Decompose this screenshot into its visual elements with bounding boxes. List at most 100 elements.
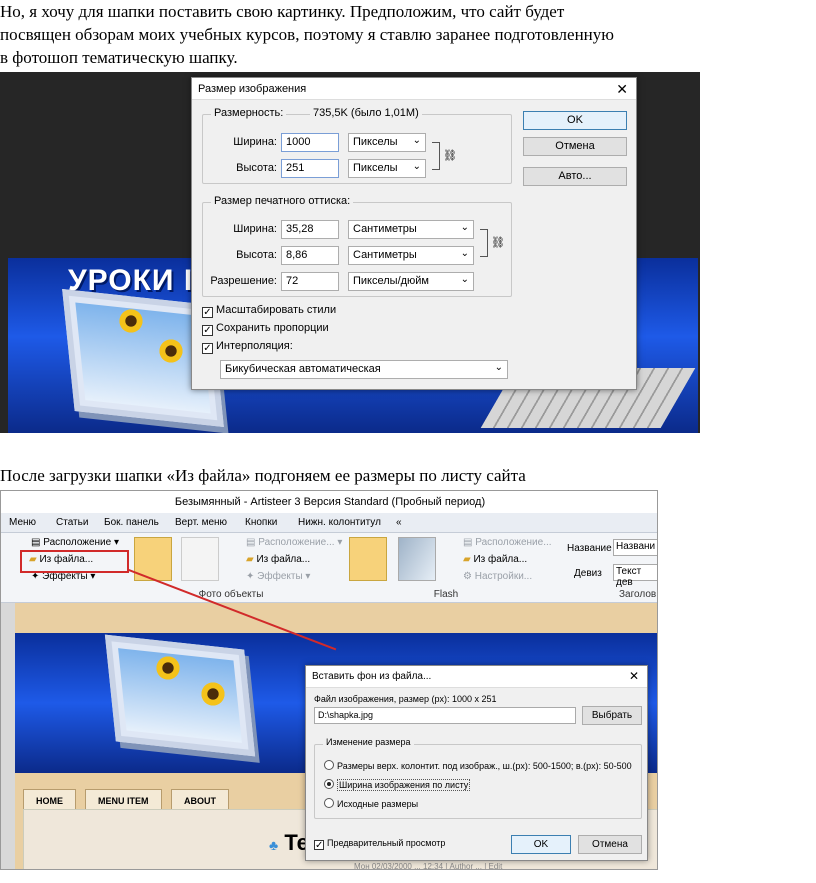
from-file-highlight [20, 550, 129, 573]
layout-button-3[interactable]: ▤ Расположение... [463, 537, 552, 548]
preview-checkbox[interactable]: ✓ Предварительный просмотр [314, 838, 445, 851]
chevron-down-icon: ⌄ [460, 222, 469, 233]
sunflower-image [200, 681, 226, 707]
sunflower-image [118, 308, 144, 334]
pixel-width-input[interactable]: 1000 [281, 133, 339, 152]
name-input[interactable]: Названи [613, 539, 657, 556]
site-logo-text: ♣ Те [269, 830, 309, 855]
nav-tab-menu-item[interactable]: MENU ITEM [85, 789, 162, 811]
logo-icon: ♣ [269, 837, 279, 853]
nav-tab-home[interactable]: HOME [23, 789, 76, 811]
file-label: Файл изображения, размер (px): 1000 x 25… [314, 694, 497, 704]
print-height-input[interactable]: 8,86 [281, 246, 339, 265]
artisteer-screenshot: Безымянный - Artisteer 3 Версия Standard… [0, 490, 658, 870]
resolution-label: Разрешение: [210, 275, 277, 287]
effects-button-2[interactable]: ✦ Эффекты ▾ [246, 571, 310, 582]
pixel-width-label: Ширина: [233, 136, 277, 148]
pixel-height-unit-select[interactable]: Пикселы ⌄ [348, 159, 426, 178]
chevron-down-icon: ⌄ [412, 135, 421, 146]
post-meta: Мон 02/03/2000 ... 12:34 | Author ... | … [354, 862, 503, 870]
group-label-flash: Flash [433, 589, 459, 600]
chevron-down-icon: ⌄ [412, 161, 421, 172]
constrain-bracket [432, 142, 440, 170]
person-thumb-icon[interactable] [181, 537, 219, 581]
menu-bar: Меню Статьи Бок. панель Верт. меню Кнопк… [1, 513, 657, 533]
browse-button[interactable]: Выбрать [582, 706, 642, 725]
folder-icon: ▰ [246, 554, 254, 565]
insert-background-dialog: Вставить фон из файла... ✕ Файл изображе… [305, 665, 648, 861]
intro-line-1: Но, я хочу для шапки поставить свою карт… [0, 2, 565, 21]
interpolation-select[interactable]: Бикубическая автоматическая ⌄ [220, 360, 508, 379]
print-constrain-bracket [480, 229, 488, 257]
resize-option-fit-width[interactable]: Ширина изображения по листу [324, 779, 471, 791]
photoshop-screenshot: УРОКИ I Размер изображения ✕ Размерность… [0, 72, 700, 433]
chain-link-icon: ⛓ [491, 237, 505, 249]
layout-button[interactable]: ▤ Расположение ▾ [31, 537, 119, 548]
menu-item[interactable]: Меню [9, 517, 36, 528]
resize-option-original[interactable]: Исходные размеры [324, 798, 418, 809]
menu-item[interactable]: Статьи [56, 517, 88, 528]
nav-tab-about[interactable]: ABOUT [171, 789, 229, 811]
monitor-image [104, 634, 256, 757]
dimension-label: Размерность: [211, 107, 287, 119]
image-size-dialog: Размер изображения ✕ Размерность: 735,5K… [191, 77, 637, 390]
print-height-label: Высота: [236, 249, 277, 261]
layout-button-2[interactable]: ▤ Расположение... ▾ [246, 537, 342, 548]
no-flash-thumb-icon[interactable] [349, 537, 387, 581]
auto-button[interactable]: Авто... [523, 167, 627, 186]
dialog-title: Размер изображения [192, 78, 636, 100]
resize-option-header[interactable]: Размеры верх. колонтит. под изображ., ш.… [324, 760, 640, 771]
motto-label: Девиз [574, 568, 602, 579]
chevron-down-icon: ⌄ [460, 274, 469, 285]
print-width-unit-select[interactable]: Сантиметры ⌄ [348, 220, 474, 239]
site-nav: HOME MENU ITEM ABOUT [23, 779, 313, 811]
resolution-input[interactable]: 72 [281, 272, 339, 291]
intro-line-3: в фотошоп тематическую шапку. [0, 48, 238, 67]
dialog-title: Вставить фон из файла... [306, 666, 647, 688]
folder-icon: ▰ [463, 554, 471, 565]
from-file-button-3[interactable]: ▰ Из файла... [463, 554, 527, 565]
from-file-button-2[interactable]: ▰ Из файла... [246, 554, 310, 565]
print-size-label: Размер печатного оттиска: [211, 195, 354, 207]
ok-button[interactable]: OK [511, 835, 571, 854]
cancel-button[interactable]: Отмена [523, 137, 627, 156]
collapse-icon[interactable]: « [396, 517, 402, 528]
ok-button[interactable]: OK [523, 111, 627, 130]
group-label-photo: Фото объекты [198, 589, 264, 600]
pixel-height-input[interactable]: 251 [281, 159, 339, 178]
print-width-label: Ширина: [233, 223, 277, 235]
resample-checkbox[interactable]: ✓ Интерполяция: [202, 340, 293, 354]
print-width-input[interactable]: 35,28 [281, 220, 339, 239]
group-label-title: Заголов [619, 589, 657, 600]
menu-item[interactable]: Бок. панель [104, 517, 159, 528]
checkmark-icon: ✓ [202, 307, 213, 318]
sunflower-image [155, 655, 181, 681]
second-paragraph: После загрузки шапки «Из файла» подгоняе… [0, 466, 526, 485]
pixel-height-label: Высота: [236, 162, 277, 174]
dimension-value: 735,5K (было 1,01M) [310, 107, 422, 119]
constrain-proportions-checkbox[interactable]: ✓ Сохранить пропорции [202, 322, 329, 336]
chevron-down-icon: ⌄ [494, 362, 503, 373]
cancel-button[interactable]: Отмена [578, 835, 642, 854]
window-title: Безымянный - Artisteer 3 Версия Standard… [1, 491, 657, 513]
settings-button[interactable]: ⚙ Настройки... [463, 571, 532, 582]
menu-item[interactable]: Кнопки [245, 517, 277, 528]
radio-icon [324, 798, 334, 808]
print-height-unit-select[interactable]: Сантиметры ⌄ [348, 246, 474, 265]
close-icon[interactable]: ✕ [616, 81, 628, 98]
intro-line-2: посвящен обзорам моих учебных курсов, по… [0, 25, 614, 44]
radio-icon [324, 760, 334, 770]
chevron-down-icon: ⌄ [460, 248, 469, 259]
resolution-unit-select[interactable]: Пикселы/дюйм ⌄ [348, 272, 474, 291]
scale-styles-checkbox[interactable]: ✓ Масштабировать стили [202, 304, 336, 318]
file-path-input[interactable]: D:\shapka.jpg [314, 707, 576, 724]
menu-item[interactable]: Верт. меню [175, 517, 227, 528]
checkmark-icon: ✓ [202, 343, 213, 354]
motto-input[interactable]: Текст дев [613, 564, 657, 588]
flash-thumb-icon[interactable] [398, 537, 436, 581]
menu-item[interactable]: Нижн. колонтитул [298, 517, 381, 528]
chain-link-icon: ⛓ [443, 150, 457, 162]
close-icon[interactable]: ✕ [629, 669, 639, 683]
pixel-width-unit-select[interactable]: Пикселы ⌄ [348, 133, 426, 152]
radio-selected-icon [324, 779, 334, 789]
